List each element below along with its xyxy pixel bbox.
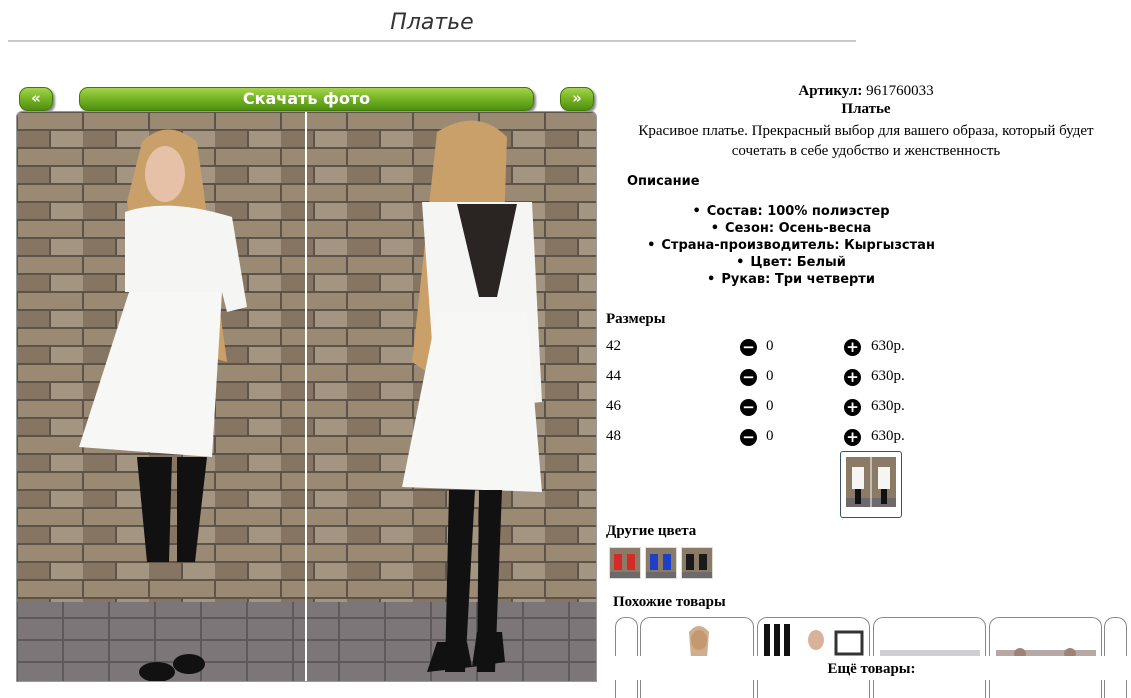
property-list: Состав: 100% полиэстер Сезон: Осень-весн… [606,203,976,288]
minus-icon[interactable]: − [740,339,757,356]
size-label: 48 [606,428,621,444]
property-item: Цвет: Белый [606,254,976,271]
title-divider [8,40,856,42]
size-label: 46 [606,398,621,414]
quantity-value: 0 [766,428,774,444]
color-swatch-black[interactable] [681,547,713,579]
more-items-link[interactable]: Ещё товары: [612,656,1131,680]
plus-icon[interactable]: + [844,429,861,446]
black-variant-image [682,548,712,578]
thumbnail-image [846,457,896,507]
product-photo[interactable] [16,111,597,682]
red-variant-image [610,548,640,578]
size-label: 42 [606,338,621,354]
minus-icon[interactable]: − [740,399,757,416]
product-info: Артикул: 961760033 Платье Красивое плать… [606,83,1126,288]
prev-photo-button[interactable]: « [19,87,53,111]
similar-item-image [996,648,1096,660]
minus-icon[interactable]: − [740,369,757,386]
similar-heading: Похожие товары [613,594,726,610]
size-row: 48 − 0 + 630р. [606,428,926,448]
description-heading: Описание [627,174,700,189]
article-label: Артикул: [798,83,863,99]
size-label: 44 [606,368,621,384]
plus-icon[interactable]: + [844,339,861,356]
plus-icon[interactable]: + [844,399,861,416]
color-swatch-blue[interactable] [645,547,677,579]
property-item: Сезон: Осень-весна [606,220,976,237]
size-row: 44 − 0 + 630р. [606,368,926,388]
size-price: 630р. [871,338,905,354]
quantity-value: 0 [766,398,774,414]
article-value: 961760033 [866,83,934,99]
property-item: Страна-производитель: Кыргызстан [606,237,976,254]
product-photo-image [17,112,596,681]
property-item: Состав: 100% полиэстер [606,203,976,220]
size-price: 630р. [871,398,905,414]
other-colors-heading: Другие цвета [606,523,697,539]
sizes-heading: Размеры [606,311,666,327]
size-row: 46 − 0 + 630р. [606,398,926,418]
quantity-value: 0 [766,368,774,384]
next-photo-button[interactable]: » [560,87,594,111]
quantity-value: 0 [766,338,774,354]
article-line: Артикул: 961760033 [606,83,1126,100]
color-swatch-red[interactable] [609,547,641,579]
property-item: Рукав: Три четверти [606,271,976,288]
size-price: 630р. [871,428,905,444]
size-row: 42 − 0 + 630р. [606,338,926,358]
similar-item-image [880,650,980,658]
blue-variant-image [646,548,676,578]
plus-icon[interactable]: + [844,369,861,386]
similar-item-image [689,626,709,658]
product-name: Платье [841,101,891,117]
size-price: 630р. [871,368,905,384]
product-thumbnail[interactable] [840,451,902,518]
download-photo-button[interactable]: Скачать фото [79,87,534,111]
page-title: Платье [390,10,474,35]
similar-item-image [764,624,864,658]
product-description: Красивое платье. Прекрасный выбор для ва… [638,123,1094,159]
minus-icon[interactable]: − [740,429,757,446]
